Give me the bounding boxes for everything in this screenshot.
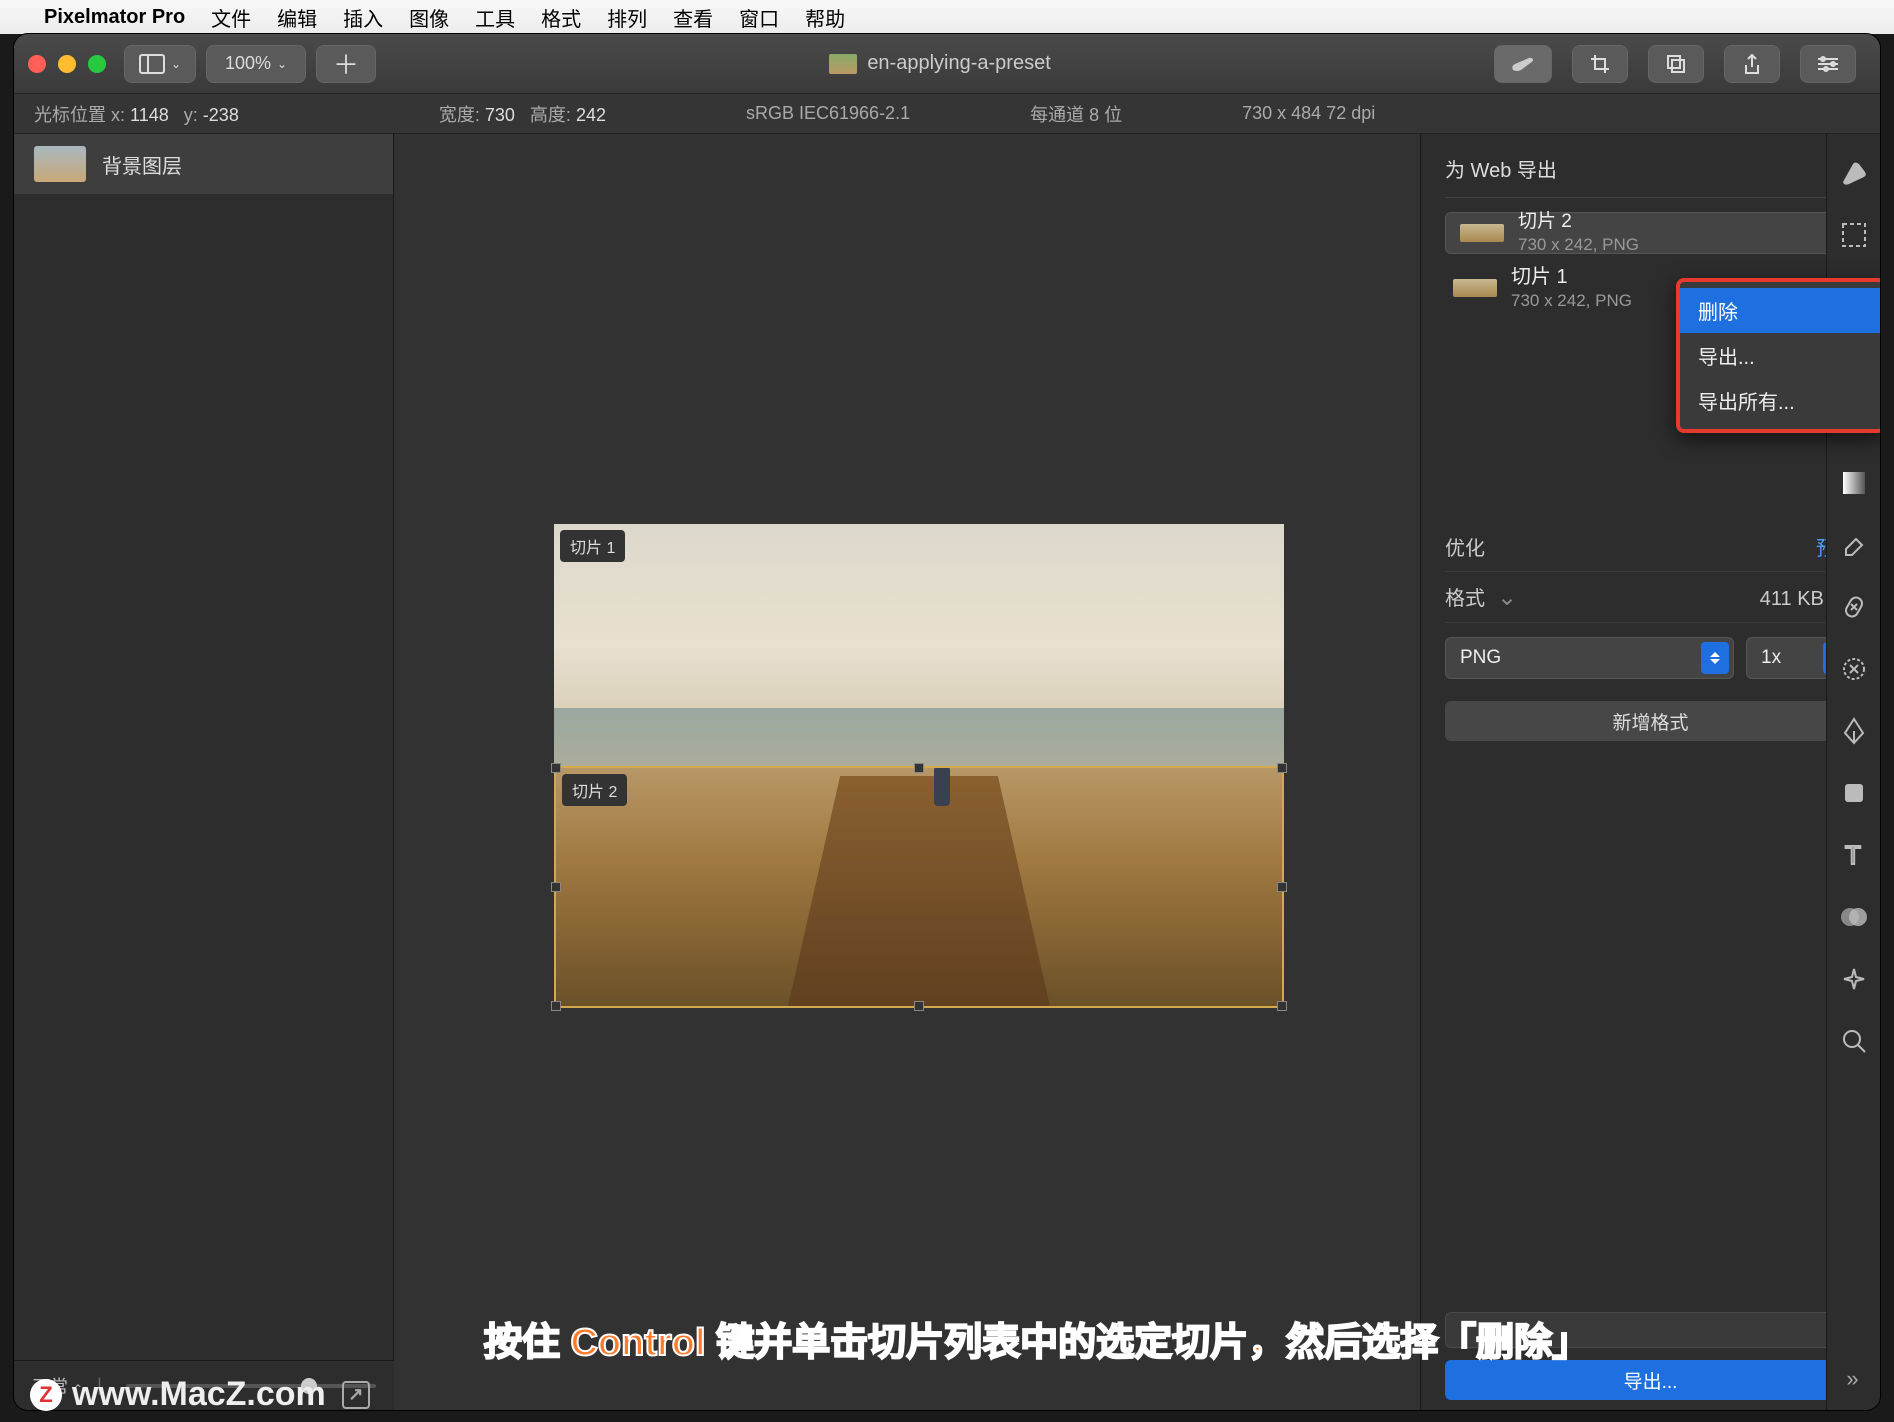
- menu-format[interactable]: 格式: [541, 3, 581, 32]
- window-controls: [28, 55, 106, 73]
- docsize-value: 730 x 484 72 dpi: [1242, 103, 1375, 124]
- window-titlebar: ⌄ 100% ⌄ ＋ en-applying-a-preset: [14, 34, 1880, 94]
- zoom-value: 100%: [225, 53, 271, 74]
- warp-tool-icon[interactable]: [1837, 652, 1871, 686]
- height-label: 高度:: [530, 105, 571, 125]
- menu-insert[interactable]: 插入: [343, 3, 383, 32]
- inspector-panel: 为 Web 导出 切片 2 730 x 242, PNG 切片 1 730 x …: [1420, 134, 1880, 1410]
- app-name[interactable]: Pixelmator Pro: [44, 6, 185, 29]
- text-tool-icon[interactable]: T: [1837, 838, 1871, 872]
- paint-tool-button[interactable]: [1494, 45, 1552, 83]
- app-window: ⌄ 100% ⌄ ＋ en-applying-a-preset: [14, 34, 1880, 1410]
- document-icon: [829, 54, 857, 74]
- height-value: 242: [576, 105, 606, 125]
- share-button[interactable]: [1724, 45, 1780, 83]
- context-menu-delete[interactable]: 删除: [1680, 288, 1880, 333]
- document-title-area: en-applying-a-preset: [386, 52, 1494, 75]
- slice-2-label: 切片 2: [562, 774, 627, 806]
- scale-value: 1x: [1761, 647, 1781, 669]
- artboard[interactable]: 切片 1 切片 2: [554, 524, 1284, 1008]
- layers-panel: 背景图层: [14, 134, 394, 1410]
- format-row[interactable]: 格式⌄ 411 KB⌄: [1445, 572, 1856, 623]
- instruction-caption: 按住 Control 键并单击切片列表中的选定切片，然后选择「删除」: [240, 1311, 1834, 1366]
- menu-edit[interactable]: 编辑: [277, 3, 317, 32]
- svg-text:T: T: [1845, 842, 1861, 868]
- slice-1-label: 切片 1: [560, 530, 625, 562]
- add-button[interactable]: ＋: [316, 45, 376, 83]
- eraser-tool-icon[interactable]: [1837, 528, 1871, 562]
- add-format-button[interactable]: 新增格式: [1445, 701, 1856, 741]
- external-link-icon: ↗: [342, 1381, 370, 1409]
- colorspace-value: sRGB IEC61966-2.1: [746, 103, 910, 124]
- menu-window[interactable]: 窗口: [739, 3, 779, 32]
- slice-thumbnail: [1460, 224, 1504, 242]
- status-infobar: 光标位置 x: 1148 y: -238 宽度: 730 高度: 242 sRG…: [14, 94, 1880, 134]
- slice-name: 切片 2: [1518, 210, 1639, 235]
- slice-list-item-selected[interactable]: 切片 2 730 x 242, PNG: [1445, 212, 1856, 254]
- fullscreen-window-button[interactable]: [88, 55, 106, 73]
- close-window-button[interactable]: [28, 55, 46, 73]
- inspector-title: 为 Web 导出: [1445, 154, 1856, 198]
- settings-button[interactable]: [1800, 45, 1856, 83]
- cursor-y-value: -238: [203, 105, 239, 125]
- document-title: en-applying-a-preset: [867, 52, 1050, 75]
- layer-row[interactable]: 背景图层: [14, 134, 393, 194]
- heal-tool-icon[interactable]: [1837, 590, 1871, 624]
- style-tool-icon[interactable]: [1837, 156, 1871, 190]
- context-menu-export[interactable]: 导出...: [1680, 333, 1880, 378]
- more-tools-button[interactable]: »: [1846, 1366, 1860, 1392]
- format-label: 格式: [1445, 588, 1485, 610]
- slice-thumbnail: [1453, 279, 1497, 297]
- export-button[interactable]: 导出...: [1445, 1360, 1856, 1400]
- gradient-tool-icon[interactable]: [1837, 466, 1871, 500]
- width-value: 730: [485, 105, 515, 125]
- watermark-logo-icon: Z: [30, 1379, 62, 1411]
- optimize-label: 优化: [1445, 532, 1485, 561]
- duplicate-button[interactable]: [1648, 45, 1704, 83]
- cursor-x-value: 1148: [130, 105, 169, 125]
- menu-file[interactable]: 文件: [211, 3, 251, 32]
- cursor-y-label: y:: [184, 105, 198, 125]
- macos-menubar: Pixelmator Pro 文件 编辑 插入 图像 工具 格式 排列 查看 窗…: [0, 0, 1894, 34]
- select-stepper-icon: [1701, 642, 1729, 674]
- bitdepth-value: 每通道 8 位: [1030, 101, 1122, 127]
- sidebar-toggle-button[interactable]: ⌄: [124, 45, 196, 83]
- crop-tool-button[interactable]: [1572, 45, 1628, 83]
- layer-thumbnail: [34, 146, 86, 182]
- slice-2[interactable]: 切片 2: [554, 766, 1284, 1008]
- canvas-area[interactable]: 切片 1 切片 2: [394, 134, 1420, 1410]
- context-menu: 删除 导出... 导出所有...: [1676, 278, 1880, 433]
- context-menu-export-all[interactable]: 导出所有...: [1680, 378, 1880, 423]
- width-label: 宽度:: [439, 105, 480, 125]
- sparkle-tool-icon[interactable]: [1837, 962, 1871, 996]
- marquee-tool-icon[interactable]: [1837, 218, 1871, 252]
- watermark-text: www.MacZ.com: [72, 1375, 326, 1414]
- optimize-row: 优化 预置: [1445, 522, 1856, 572]
- zoom-dropdown[interactable]: 100% ⌄: [206, 45, 306, 83]
- pen-tool-icon[interactable]: [1837, 714, 1871, 748]
- format-value: PNG: [1460, 647, 1501, 669]
- menu-arrange[interactable]: 排列: [607, 3, 647, 32]
- menu-help[interactable]: 帮助: [805, 3, 845, 32]
- zoom-tool-icon[interactable]: [1837, 1024, 1871, 1058]
- slice-details: 730 x 242, PNG: [1511, 290, 1632, 312]
- watermark: Z www.MacZ.com ↗: [30, 1375, 370, 1414]
- slice-1[interactable]: 切片 1: [554, 524, 1284, 766]
- slice-name: 切片 1: [1511, 264, 1632, 290]
- menu-tools[interactable]: 工具: [475, 3, 515, 32]
- menu-view[interactable]: 查看: [673, 3, 713, 32]
- minimize-window-button[interactable]: [58, 55, 76, 73]
- size-estimate: 411 KB: [1760, 588, 1824, 610]
- menu-image[interactable]: 图像: [409, 3, 449, 32]
- shape-tool-icon[interactable]: [1837, 776, 1871, 810]
- color-tool-icon[interactable]: [1837, 900, 1871, 934]
- cursor-x-label: 光标位置 x:: [34, 105, 125, 125]
- layer-name: 背景图层: [102, 150, 182, 179]
- format-select[interactable]: PNG: [1445, 637, 1734, 679]
